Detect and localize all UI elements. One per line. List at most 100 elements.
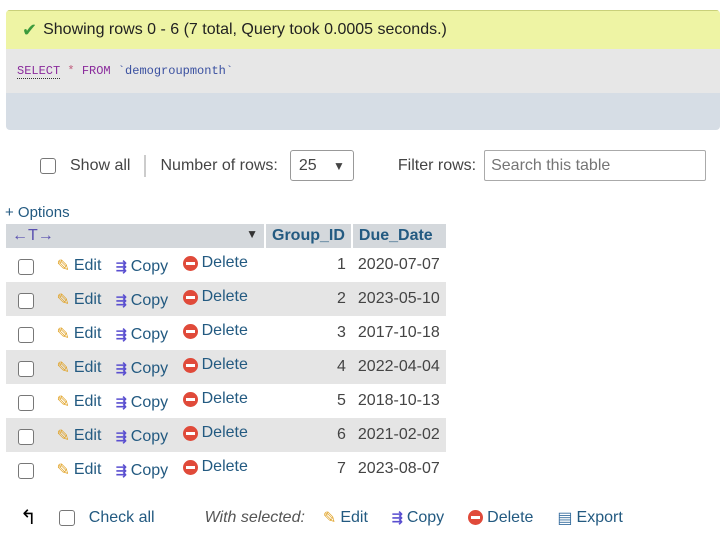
copy-button[interactable]: ⇶ Copy <box>116 292 168 310</box>
cell-group-id: 4 <box>265 350 352 384</box>
number-of-rows-select[interactable]: 25 ▼ <box>289 150 354 181</box>
cell-group-id: 5 <box>336 392 346 409</box>
cell-due-date: 2021-02-02 <box>351 418 446 452</box>
delete-button[interactable]: Delete <box>182 424 248 442</box>
copy-icon: ⇶ <box>115 292 127 308</box>
search-input[interactable] <box>484 150 707 181</box>
row-checkbox[interactable] <box>18 394 34 411</box>
edit-button[interactable]: ✎ Edit <box>56 324 101 344</box>
delete-icon <box>182 459 198 475</box>
row-actions: ✎ Edit ⇶ Copy Delete <box>6 248 265 282</box>
resize-arrows-icon[interactable]: ←T→ <box>12 227 54 244</box>
sql-select[interactable]: SELECT <box>17 64 61 79</box>
pencil-icon: ✎ <box>56 427 70 445</box>
pencil-icon: ✎ <box>56 325 70 343</box>
copy-label: Copy <box>130 257 169 275</box>
bulk-actions: ↰ Check all With selected: ✎ Edit ⇶ Copy D… <box>20 505 633 530</box>
table-row: ✎ Edit ⇶ Copy Delete 4 2022-04-04 <box>6 350 446 384</box>
delete-icon <box>182 289 198 305</box>
edit-button[interactable]: ✎ Edit <box>56 392 101 412</box>
options-link[interactable]: + Options <box>5 204 70 221</box>
edit-button[interactable]: ✎ Edit <box>56 460 101 480</box>
copy-label: Copy <box>130 393 169 411</box>
pencil-icon: ✎ <box>56 461 70 479</box>
check-all-checkbox[interactable] <box>58 509 75 526</box>
delete-icon <box>182 255 198 271</box>
delete-icon <box>182 323 198 339</box>
show-all-checkbox[interactable] <box>40 157 56 174</box>
delete-label: Delete <box>201 424 248 442</box>
delete-icon <box>182 391 198 407</box>
delete-button[interactable]: Delete <box>182 458 248 476</box>
delete-button[interactable]: Delete <box>182 322 248 340</box>
copy-button[interactable]: ⇶ Copy <box>116 326 168 344</box>
delete-icon <box>182 357 198 373</box>
row-actions: ✎ Edit ⇶ Copy Delete <box>6 452 265 486</box>
copy-button[interactable]: ⇶ Copy <box>116 462 168 480</box>
row-checkbox[interactable] <box>18 292 34 309</box>
row-checkbox[interactable] <box>18 258 34 275</box>
copy-icon: ⇶ <box>115 394 127 410</box>
show-all-label: Show all <box>70 156 131 174</box>
bulk-edit-button[interactable]: ✎ Edit <box>323 508 368 528</box>
sort-dropdown-icon[interactable]: ▼ <box>246 227 258 241</box>
table-controls: Show all Number of rows: 25 ▼ Filter rows… <box>40 150 707 181</box>
cell-due-date: 2022-04-04 <box>351 350 446 384</box>
row-checkbox[interactable] <box>18 428 34 445</box>
copy-icon: ⇶ <box>115 428 127 444</box>
success-message: ✔ Showing rows 0 - 6 (7 total, Query took… <box>6 10 720 49</box>
row-actions: ✎ Edit ⇶ Copy Delete <box>6 418 265 452</box>
bulk-copy-button[interactable]: ⇶ Copy <box>392 509 444 527</box>
delete-button[interactable]: Delete <box>182 254 248 272</box>
edit-button[interactable]: ✎ Edit <box>56 426 101 446</box>
edit-button[interactable]: ✎ Edit <box>56 256 101 276</box>
copy-icon: ⇶ <box>115 360 127 376</box>
bulk-copy-label: Copy <box>406 508 445 526</box>
row-checkbox[interactable] <box>18 326 34 343</box>
copy-button[interactable]: ⇶ Copy <box>116 394 168 412</box>
copy-button[interactable]: ⇶ Copy <box>116 258 168 276</box>
copy-icon: ⇶ <box>115 326 127 342</box>
edit-button[interactable]: ✎ Edit <box>56 358 101 378</box>
column-header-due-date[interactable]: Due_Date <box>350 224 446 248</box>
cell-due-date: 2020-07-07 <box>357 256 440 273</box>
delete-button[interactable]: Delete <box>182 288 248 306</box>
column-resize-header: ←T→ ▼ <box>6 224 265 248</box>
column-header-group-id[interactable]: Group_ID <box>264 224 352 248</box>
edit-button[interactable]: ✎ Edit <box>56 290 101 310</box>
copy-button[interactable]: ⇶ Copy <box>116 428 168 446</box>
chevron-down-icon: ▼ <box>332 158 345 173</box>
edit-label: Edit <box>73 256 102 274</box>
delete-label: Delete <box>201 254 248 272</box>
delete-label: Delete <box>201 356 248 374</box>
delete-label: Delete <box>201 322 248 340</box>
sql-from: FROM <box>81 64 111 78</box>
success-text: Showing rows 0 - 6 (7 total, Query took … <box>43 21 447 38</box>
cell-group-id: 2 <box>265 282 352 316</box>
edit-label: Edit <box>73 426 102 444</box>
edit-label: Edit <box>73 290 102 308</box>
edit-label: Edit <box>73 324 102 342</box>
bulk-export-label: Export <box>576 508 623 526</box>
export-icon: ▤ <box>557 509 573 527</box>
row-checkbox[interactable] <box>18 360 34 377</box>
sql-query: SELECT * FROM `demogroupmonth` <box>6 49 720 93</box>
table-row: ✎ Edit ⇶ Copy Delete 1 2020-07-07 <box>6 248 446 282</box>
pencil-icon: ✎ <box>322 509 337 527</box>
bulk-export-button[interactable]: ▤ Export <box>557 508 622 528</box>
bulk-edit-label: Edit <box>340 508 368 526</box>
bulk-delete-button[interactable]: Delete <box>468 509 533 527</box>
delete-label: Delete <box>201 390 248 408</box>
delete-button[interactable]: Delete <box>182 356 248 374</box>
check-icon: ✔ <box>22 19 38 40</box>
copy-label: Copy <box>130 291 169 309</box>
cell-group-id: 7 <box>336 460 346 477</box>
edit-label: Edit <box>73 392 102 410</box>
check-all-label[interactable]: Check all <box>89 509 155 527</box>
number-of-rows-value: 25 <box>298 156 317 174</box>
delete-label: Delete <box>201 458 248 476</box>
delete-icon <box>468 510 484 525</box>
copy-button[interactable]: ⇶ Copy <box>116 360 168 378</box>
delete-button[interactable]: Delete <box>182 390 248 408</box>
row-checkbox[interactable] <box>18 462 34 479</box>
